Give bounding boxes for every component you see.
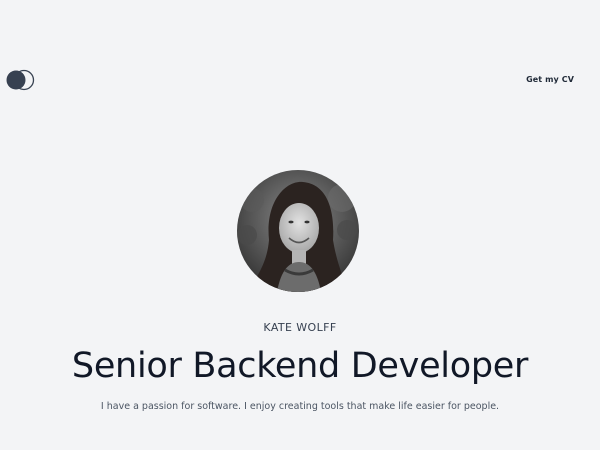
page-title: Senior Backend Developer: [71, 346, 529, 386]
get-cv-link[interactable]: Get my CV: [526, 75, 574, 84]
avatar: [237, 170, 359, 292]
profile-photo-icon: [237, 170, 359, 292]
profile-name: KATE WOLFF: [263, 321, 337, 334]
page: Get my CV KATE WOLFF Senior Backend Deve…: [0, 0, 600, 450]
logo-icon[interactable]: [5, 69, 37, 91]
tagline: I have a passion for software. I enjoy c…: [100, 401, 500, 412]
